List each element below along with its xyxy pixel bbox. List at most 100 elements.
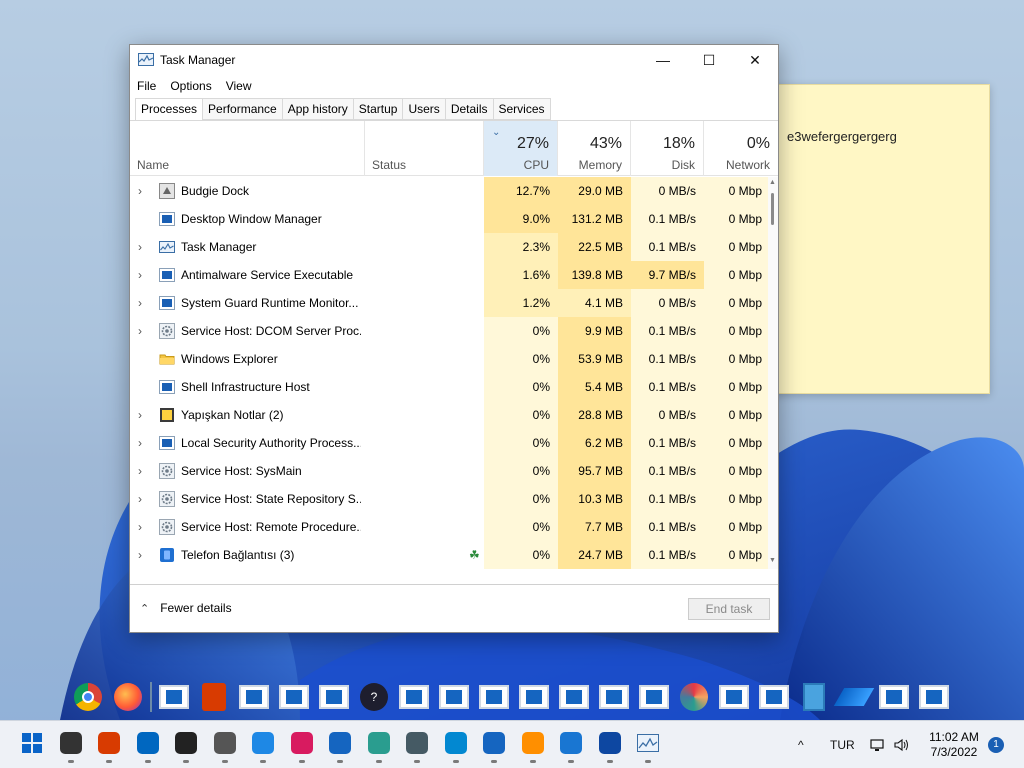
expand-chevron-icon[interactable]: › [138, 261, 148, 289]
clock[interactable]: 11:02 AM 7/3/2022 [920, 730, 988, 760]
column-cpu[interactable]: ⌄ 27% CPU [484, 121, 558, 176]
expand-chevron-icon[interactable]: › [138, 317, 148, 345]
window-icon[interactable] [436, 679, 472, 715]
network-icon[interactable] [870, 721, 886, 768]
sticky-note[interactable]: e3wefergergergerg [772, 84, 990, 394]
column-memory[interactable]: 43% Memory [558, 121, 631, 176]
photos-icon[interactable] [442, 729, 470, 757]
process-row[interactable]: › Service Host: State Repository S... 0% 10… [130, 485, 770, 513]
expand-chevron-icon[interactable]: › [138, 401, 148, 429]
process-row[interactable]: Shell Infrastructure Host 0% 5.4 MB 0.1 MB/… [130, 373, 770, 401]
menu-file[interactable]: File [130, 75, 163, 97]
window-icon[interactable] [556, 679, 592, 715]
chrome-icon[interactable] [70, 679, 106, 715]
todo-icon[interactable] [557, 729, 585, 757]
window-icon[interactable] [876, 679, 912, 715]
tab-users[interactable]: Users [402, 98, 445, 120]
window-icon[interactable] [756, 679, 792, 715]
solitaire-icon[interactable] [57, 729, 85, 757]
tab-performance[interactable]: Performance [202, 98, 282, 120]
snipping-tool-icon[interactable] [288, 729, 316, 757]
window-icon[interactable] [236, 679, 272, 715]
column-network[interactable]: 0% Network [704, 121, 778, 176]
expand-chevron-icon[interactable]: › [138, 457, 148, 485]
sticky-note-text[interactable]: e3wefergergergerg [787, 129, 897, 144]
window-icon[interactable] [276, 679, 312, 715]
minimize-button[interactable]: — [640, 45, 686, 75]
firefox-icon[interactable] [110, 679, 146, 715]
process-row[interactable]: › Budgie Dock 12.7% 29.0 MB 0 MB/s 0 Mbp [130, 177, 770, 205]
window-icon[interactable] [716, 679, 752, 715]
window-icon[interactable] [916, 679, 952, 715]
process-row[interactable]: › Service Host: Remote Procedure... 0% 7.7 … [130, 513, 770, 541]
expand-chevron-icon[interactable]: › [138, 177, 148, 205]
process-row[interactable]: › Antimalware Service Executable 1.6% 139.8… [130, 261, 770, 289]
window-icon[interactable] [156, 679, 192, 715]
notepad-icon[interactable] [796, 679, 832, 715]
tab-details[interactable]: Details [444, 98, 493, 120]
column-name[interactable]: Name [130, 121, 365, 176]
close-button[interactable]: ✕ [732, 45, 778, 75]
window-icon[interactable] [476, 679, 512, 715]
tab-app-history[interactable]: App history [281, 98, 353, 120]
camera-icon[interactable] [211, 729, 239, 757]
scroll-thumb[interactable] [771, 193, 774, 225]
help-icon[interactable]: ? [356, 679, 392, 715]
store-icon[interactable] [480, 729, 508, 757]
process-row[interactable]: › Local Security Authority Process... 0% 6.… [130, 429, 770, 457]
language-indicator[interactable]: TUR [830, 721, 855, 768]
process-row[interactable]: › System Guard Runtime Monitor... 1.2% 4.1 … [130, 289, 770, 317]
scroll-up-icon[interactable]: ▲ [769, 179, 776, 186]
title-bar[interactable]: Task Manager — ☐ ✕ [130, 45, 778, 75]
process-row[interactable]: › Service Host: DCOM Server Proc... 0% 9.9 … [130, 317, 770, 345]
start-icon[interactable] [18, 729, 46, 757]
expand-chevron-icon[interactable]: › [138, 289, 148, 317]
window-icon[interactable] [596, 679, 632, 715]
expand-chevron-icon[interactable]: › [138, 541, 148, 569]
process-network: 0 Mbp [704, 233, 770, 261]
process-row[interactable]: › Task Manager 2.3% 22.5 MB 0.1 MB/s 0 Mbp [130, 233, 770, 261]
expand-chevron-icon[interactable]: › [138, 429, 148, 457]
menu-view[interactable]: View [219, 75, 259, 97]
tab-services[interactable]: Services [492, 98, 551, 120]
expand-chevron-icon[interactable]: › [138, 513, 148, 541]
task-manager-icon[interactable] [634, 729, 662, 757]
notification-badge[interactable]: 1 [988, 737, 1004, 753]
window-icon[interactable] [516, 679, 552, 715]
paint-icon[interactable] [365, 729, 393, 757]
tray-chevron[interactable]: ^ [798, 721, 804, 768]
media-player-icon[interactable] [172, 729, 200, 757]
process-row[interactable]: Windows Explorer 0% 53.9 MB 0.1 MB/s 0 Mbp [130, 345, 770, 373]
window-icon[interactable] [316, 679, 352, 715]
office-icon[interactable] [196, 679, 232, 715]
vertical-scrollbar[interactable]: ▲ ▼ [768, 177, 778, 569]
expand-chevron-icon[interactable]: › [138, 485, 148, 513]
volume-icon[interactable] [894, 721, 910, 768]
tab-processes[interactable]: Processes [135, 98, 203, 121]
process-row[interactable]: › Yapışkan Notlar (2) 0% 28.8 MB 0 MB/s 0 Mbp [130, 401, 770, 429]
process-row[interactable]: Desktop Window Manager 9.0% 131.2 MB 0.1 MB… [130, 205, 770, 233]
maximize-button[interactable]: ☐ [686, 45, 732, 75]
menu-options[interactable]: Options [163, 75, 218, 97]
fewer-details-button[interactable]: ⌃ Fewer details [140, 601, 232, 615]
remote-desktop-icon[interactable] [134, 729, 162, 757]
scroll-down-icon[interactable]: ▼ [769, 557, 776, 564]
office-icon[interactable] [95, 729, 123, 757]
calculator-icon[interactable] [403, 729, 431, 757]
tab-startup[interactable]: Startup [352, 98, 403, 120]
end-task-button[interactable]: End task [688, 598, 770, 620]
task-manager-window[interactable]: Task Manager — ☐ ✕ File Options View Pro… [129, 44, 779, 633]
tips-icon[interactable] [249, 729, 277, 757]
column-status[interactable]: Status [365, 121, 484, 176]
process-row[interactable]: › Telefon Bağlantısı (3) ☘ 0% 24.7 MB 0.1 MB/… [130, 541, 770, 569]
column-disk[interactable]: 18% Disk [631, 121, 704, 176]
azure-icon[interactable] [833, 679, 875, 715]
notepad-icon[interactable] [326, 729, 354, 757]
window-icon[interactable] [396, 679, 432, 715]
process-row[interactable]: › Service Host: SysMain 0% 95.7 MB 0.1 MB/s 0… [130, 457, 770, 485]
paint-icon[interactable] [676, 679, 712, 715]
power-automate-icon[interactable] [596, 729, 624, 757]
edge-canary-icon[interactable] [519, 729, 547, 757]
window-icon[interactable] [636, 679, 672, 715]
expand-chevron-icon[interactable]: › [138, 233, 148, 261]
